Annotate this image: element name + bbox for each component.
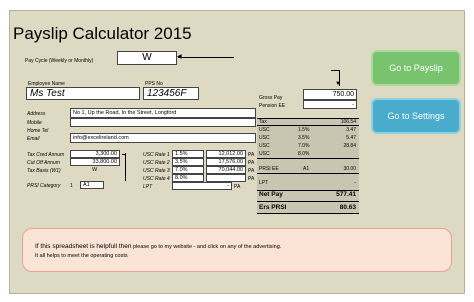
- cutoff-input[interactable]: 33,800.00: [70, 158, 120, 166]
- email-label: Email: [27, 136, 40, 142]
- home-tel-label: Home Tel: [27, 128, 49, 134]
- summary-usc4-label: USC: [259, 151, 270, 157]
- pointer-line: [125, 153, 126, 181]
- table-border: [257, 158, 359, 159]
- tax-cred-input[interactable]: 3,300.00: [70, 150, 120, 158]
- usc-rate1-amount[interactable]: 12,012.00: [206, 150, 246, 158]
- prsi-category-label: PRSI Category: [27, 183, 61, 189]
- arrow-head-left-icon: ◀: [177, 54, 182, 60]
- pension-input[interactable]: -: [303, 100, 357, 109]
- usc-rate3-label: USC Rate 3: [143, 168, 170, 174]
- summary-prsi-value: 30.00: [343, 166, 356, 172]
- tax-basis-value: W: [92, 167, 98, 173]
- net-pay-value: 577.41: [336, 191, 356, 198]
- pay-cycle-label: Pay Cycle (Weekly or Monthly): [25, 58, 94, 64]
- usc-rate3-amount[interactable]: 70,044.00: [206, 166, 246, 174]
- summary-lpt-label: LPT: [259, 180, 269, 186]
- pps-input[interactable]: 123456F: [143, 87, 199, 100]
- ers-prsi-label: Ers PRSI: [259, 204, 287, 211]
- summary-usc2-label: USC: [259, 135, 270, 141]
- usc-rate2-label: USC Rate 2: [143, 160, 170, 166]
- pointer-line: [122, 154, 126, 155]
- summary-usc3-label: USC: [259, 143, 270, 149]
- table-border: [257, 173, 359, 174]
- usc-rate1-pct[interactable]: 1.5%: [172, 150, 204, 158]
- ers-prsi-value: 80.63: [339, 204, 356, 211]
- summary-usc3-pct: 7.0%: [298, 143, 310, 149]
- usc-rate4-pct[interactable]: 8.0%: [172, 174, 204, 182]
- usc-rate2-unit: PA: [248, 160, 255, 166]
- summary-prsi-label: PRSI EE: [259, 166, 279, 172]
- info-text-line2: It all helps to meet the operating costs: [35, 253, 128, 259]
- usc-rate1-label: USC Rate 1: [143, 152, 170, 158]
- address-label: Address: [27, 111, 46, 117]
- arrow-head-down-icon: ▼: [335, 81, 341, 87]
- summary-usc1-value: 3.47: [346, 127, 356, 133]
- tax-cred-label: Tax Cred Annum: [27, 152, 65, 158]
- usc-rate1-unit: PA: [248, 152, 255, 158]
- summary-usc1-pct: 1.5%: [298, 127, 310, 133]
- prsi-class-input[interactable]: A1: [80, 181, 104, 189]
- lpt-label: LPT: [143, 184, 153, 190]
- go-to-settings-button[interactable]: Go to Settings: [371, 98, 461, 134]
- table-border: [257, 125, 359, 126]
- usc-rate2-amount[interactable]: 17,576.00: [206, 158, 246, 166]
- page-title: Payslip Calculator 2015: [13, 24, 192, 43]
- cutoff-label: Cut Off Annum: [27, 160, 60, 166]
- pointer-line: [331, 70, 340, 71]
- info-banner: If this spreadsheet is helpfull then ple…: [22, 228, 452, 272]
- usc-rate4-label: USC Rate 4: [143, 176, 170, 182]
- usc-rate2-pct[interactable]: 3.5%: [172, 158, 204, 166]
- email-input[interactable]: info@excelireland.com: [70, 133, 256, 143]
- tax-basis-label: Tax Basis (W1): [27, 168, 61, 174]
- usc-rate3-unit: PA: [248, 168, 255, 174]
- usc-rate4-amount[interactable]: [206, 174, 246, 182]
- summary-lpt-value: -: [354, 180, 356, 186]
- info-text-link[interactable]: please go to my website - and click on a…: [133, 244, 281, 250]
- usc-rate3-pct[interactable]: 7.0%: [172, 166, 204, 174]
- gross-pay-label: Gross Pay: [259, 95, 283, 101]
- pay-cycle-input[interactable]: W: [117, 51, 177, 65]
- summary-usc3-value: 28.84: [343, 143, 356, 149]
- gross-pay-input[interactable]: 750.00: [303, 89, 357, 100]
- pointer-arrow-line: [178, 57, 234, 58]
- summary-usc4-pct: 8.0%: [298, 151, 310, 157]
- table-border: [257, 213, 359, 214]
- pension-label: Pension EE: [259, 103, 286, 109]
- summary-prsi-class: A1: [303, 166, 310, 172]
- lpt-unit: PA: [234, 184, 241, 190]
- usc-rate4-unit: PA: [248, 176, 255, 182]
- net-pay-label: Net Pay: [259, 191, 283, 198]
- go-to-payslip-button[interactable]: Go to Payslip: [371, 50, 461, 86]
- employee-name-input[interactable]: Ms Test: [26, 87, 140, 100]
- table-border: [257, 201, 359, 202]
- mobile-label: Mobile: [27, 120, 42, 126]
- info-text-lead: If this spreadsheet is helpfull then: [35, 243, 132, 250]
- summary-usc1-label: USC: [259, 127, 270, 133]
- mobile-input[interactable]: [70, 118, 256, 127]
- prsi-category-number: 1: [70, 183, 73, 189]
- summary-usc2-value: 5.47: [346, 135, 356, 141]
- lpt-input[interactable]: -: [172, 182, 232, 190]
- summary-usc2-pct: 3.5%: [298, 135, 310, 141]
- address-input[interactable]: No 1, Up the Road, In the Street, Longfo…: [70, 108, 256, 118]
